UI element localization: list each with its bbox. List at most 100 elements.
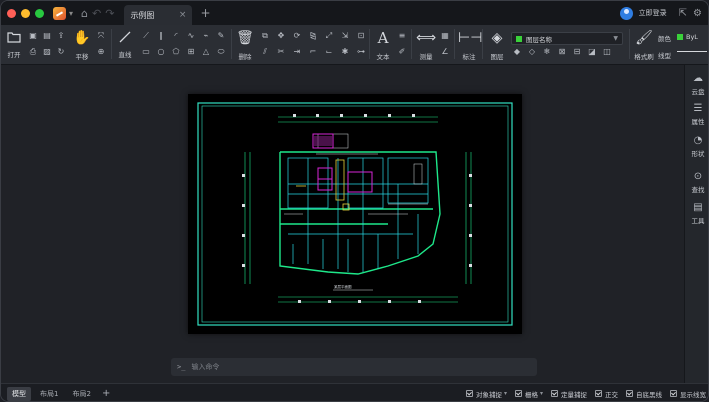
print-icon[interactable]: ⎙	[28, 47, 38, 57]
layer-on-icon[interactable]: ◆	[512, 47, 522, 57]
object-snap-toggle[interactable]: 对象捕捉 ▾	[465, 389, 507, 399]
sketch-icon[interactable]: ✎	[216, 31, 226, 41]
refresh-icon[interactable]: ↻	[56, 47, 66, 57]
sidebar-item-shapes[interactable]: ◔ 形状	[685, 135, 708, 158]
hatch-icon[interactable]: ⌁	[201, 31, 211, 41]
command-line[interactable]: >_ 输入命令	[171, 358, 537, 376]
block-icon[interactable]: ⊞	[186, 47, 196, 57]
layer-off-icon[interactable]: ◇	[527, 47, 537, 57]
sidebar-item-tools[interactable]: ▤ 工具	[685, 202, 708, 225]
open-button[interactable]: 打开	[3, 30, 25, 59]
polyline-icon[interactable]: ⟋	[141, 31, 151, 41]
tab-document[interactable]: 示例图 ×	[124, 5, 193, 25]
ellipse-icon[interactable]: ⬭	[216, 47, 226, 57]
undo-icon[interactable]: ↶	[92, 7, 101, 20]
minimize-window-button[interactable]	[21, 8, 30, 18]
home-icon[interactable]: ⌂	[81, 7, 88, 20]
triangle-icon[interactable]: △	[201, 47, 211, 57]
area-measure-icon[interactable]: ▦	[440, 31, 450, 41]
add-layout-button[interactable]: +	[102, 388, 110, 399]
copy-icon[interactable]: ⧉	[260, 31, 270, 41]
delete-button[interactable]: 🗑 删除	[234, 30, 256, 61]
ribbon-toolbar: 打开 ▣ ▤ ⇪ ⎙ ▨ ↻ ✋ 平移 ⤧ ⊕ 直线 ⟋ ∥ ◜ ∿ ⌁ ✎ ▭…	[1, 25, 708, 65]
polygon-icon[interactable]: ⬠	[171, 47, 181, 57]
redo-icon[interactable]: ↷	[105, 7, 114, 20]
line-button[interactable]: 直线	[114, 30, 136, 59]
pan-label: 平移	[75, 53, 89, 61]
sidebar-item-label: 云盘	[691, 88, 705, 96]
command-input[interactable]: 输入命令	[191, 362, 219, 372]
sidebar-item-cloud[interactable]: ☁ 云盘	[685, 73, 708, 96]
offset-icon[interactable]: ⫽	[260, 47, 270, 57]
move-icon[interactable]: ✥	[276, 31, 286, 41]
close-tab-icon[interactable]: ×	[179, 10, 187, 20]
arc-icon[interactable]: ◜	[171, 31, 181, 41]
maximize-window-button[interactable]	[35, 8, 44, 18]
avatar[interactable]	[619, 6, 633, 20]
zoom-extents-icon[interactable]: ⤧	[96, 31, 106, 41]
trim-icon[interactable]: ✂	[276, 47, 286, 57]
pan-button[interactable]: ✋ 平移	[71, 30, 93, 61]
snap-toggle[interactable]: 定量捕捉	[551, 389, 587, 399]
circle-icon[interactable]: ○	[156, 47, 166, 57]
layer-match-icon[interactable]: ⊟	[572, 47, 582, 57]
layer-freeze-icon[interactable]: ❄	[542, 47, 552, 57]
color-select[interactable]: ByL	[677, 33, 698, 41]
separator	[482, 29, 483, 59]
login-link[interactable]: 立即登录	[639, 8, 667, 18]
chamfer-icon[interactable]: ⌙	[324, 47, 334, 57]
cloud-icon: ☁	[693, 73, 703, 84]
settings-icon[interactable]: ⚙	[693, 8, 702, 19]
layer-button[interactable]: ◈ 图层	[486, 30, 508, 61]
join-icon[interactable]: ⊶	[356, 47, 366, 57]
explode-icon[interactable]: ✱	[340, 47, 350, 57]
text-button[interactable]: A 文本	[372, 30, 394, 61]
layer-previous-icon[interactable]: ◫	[602, 47, 612, 57]
save-icon[interactable]: ▣	[28, 31, 38, 41]
save-as-icon[interactable]: ▤	[42, 31, 52, 41]
rotate-icon[interactable]: ⟳	[292, 31, 302, 41]
tab-layout2[interactable]: 布局2	[67, 387, 95, 401]
layer-select[interactable]: 图层名称 ▼	[511, 32, 623, 45]
scale-icon[interactable]: ⤢	[324, 31, 334, 41]
chevron-down-icon[interactable]: ▾	[504, 390, 507, 397]
share-icon[interactable]: ⇱	[679, 8, 687, 19]
chevron-down-icon[interactable]: ▾	[540, 390, 543, 397]
ortho-toggle[interactable]: 正交	[595, 389, 618, 399]
extend-icon[interactable]: ⇥	[292, 47, 302, 57]
angle-measure-icon[interactable]: ∠	[440, 47, 450, 57]
annotate-button[interactable]: ⊢⊣ 标注	[458, 30, 482, 61]
fillet-icon[interactable]: ⌐	[308, 47, 318, 57]
multiline-icon[interactable]: ∥	[156, 31, 166, 41]
sidebar-item-find[interactable]: ⊙ 查找	[685, 171, 708, 194]
zoom-icon[interactable]: ⊕	[96, 47, 106, 57]
tab-model[interactable]: 模型	[7, 386, 31, 401]
close-window-button[interactable]	[7, 8, 16, 18]
new-tab-button[interactable]: +	[200, 6, 210, 20]
chevron-down-icon[interactable]: ▾	[69, 9, 73, 18]
sidebar-item-label: 工具	[691, 217, 705, 225]
rectangle-icon[interactable]: ▭	[141, 47, 151, 57]
app-logo-icon[interactable]	[53, 6, 66, 20]
delete-label: 删除	[238, 53, 252, 61]
drawing-canvas[interactable]: 某层平面图 >_ 输入命令	[1, 65, 684, 383]
sidebar-item-properties[interactable]: ☰ 属性	[685, 103, 708, 126]
measure-button[interactable]: ⟺ 测量	[415, 30, 437, 61]
checkbox-icon	[670, 390, 677, 397]
image-icon[interactable]: ▨	[42, 47, 52, 57]
lineweight-toggle[interactable]: 显示线宽	[670, 389, 706, 399]
edit-text-icon[interactable]: ✐	[397, 47, 407, 57]
black-bg-toggle[interactable]: 自底黑线	[626, 389, 662, 399]
grid-toggle[interactable]: 栅格 ▾	[514, 389, 543, 399]
tab-layout1[interactable]: 布局1	[35, 387, 63, 401]
export-icon[interactable]: ⇪	[56, 31, 66, 41]
layer-lock-icon[interactable]: ⊠	[557, 47, 567, 57]
array-icon[interactable]: ⊡	[356, 31, 366, 41]
mirror-icon[interactable]: ⧎	[308, 31, 318, 41]
linetype-preview[interactable]	[677, 51, 707, 52]
stretch-icon[interactable]: ⇲	[340, 31, 350, 41]
spline-icon[interactable]: ∿	[186, 31, 196, 41]
multiline-text-icon[interactable]: ≡	[397, 31, 407, 41]
layer-isolate-icon[interactable]: ◪	[587, 47, 597, 57]
format-brush-button[interactable]: 🖌 格式刷	[632, 30, 656, 61]
